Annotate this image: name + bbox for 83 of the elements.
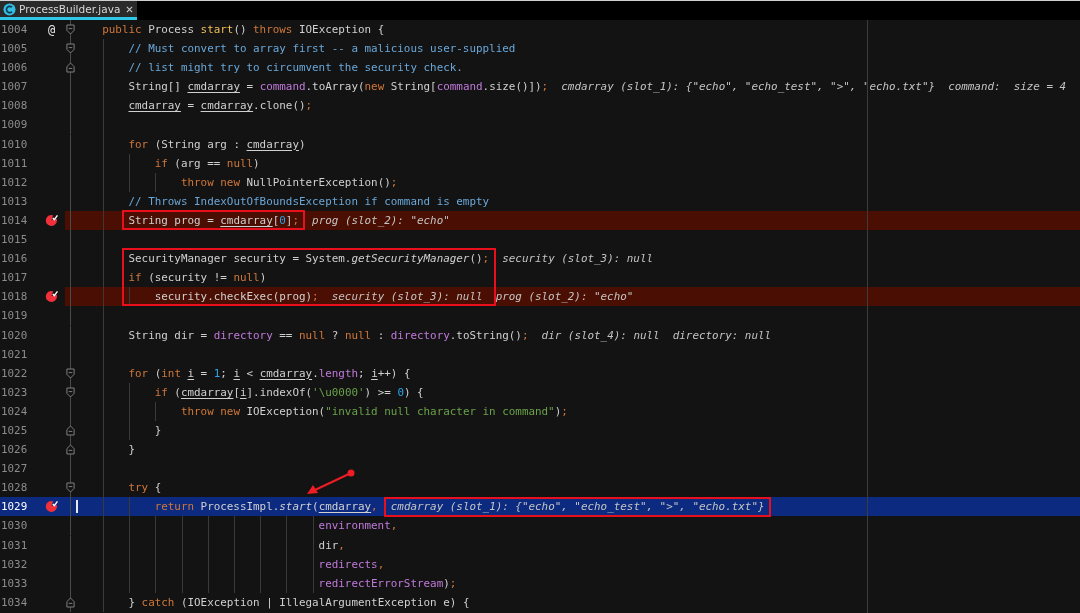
code-line: dir,	[318, 538, 345, 552]
line-number: 1022	[0, 365, 29, 382]
inline-value-hint: cmdarray (slot_1): {"echo", "echo_test", ">", "echo.txt"}	[390, 500, 765, 514]
line-number: 1021	[0, 346, 29, 363]
code-line: throw new NullPointerException();	[180, 175, 398, 189]
line-number: 1014	[0, 212, 29, 229]
breakpoint-icon[interactable]	[45, 214, 58, 227]
line-number: 1012	[0, 174, 29, 191]
inline-value-hint: command: size = 4	[948, 80, 1067, 94]
line-number: 1018	[0, 289, 29, 306]
code-line: for (int i = 1; i < cmdarray.length; i++) {	[128, 366, 411, 380]
line-number: 1015	[0, 232, 29, 249]
code-line: }	[154, 423, 162, 437]
inline-value-hint: prog (slot_2): "echo"	[495, 290, 634, 304]
fold-icon[interactable]	[66, 425, 75, 436]
inline-value-hint: prog (slot_2): "echo"	[312, 213, 450, 227]
fold-icon[interactable]	[66, 596, 75, 608]
code-line: cmdarray = cmdarray.clone();	[128, 99, 313, 113]
inline-value-hint: cmdarray (slot_1): {"echo", "echo_test", ">", "echo.txt"}	[561, 80, 935, 94]
line-number: 1026	[0, 442, 29, 459]
code-line: }	[128, 443, 136, 457]
code-line: // list might try to circumvent the security check.	[128, 61, 463, 75]
override-marker[interactable]: @	[47, 22, 56, 37]
line-number: 1016	[0, 251, 29, 268]
code-line: redirects,	[318, 557, 385, 571]
line-number: 1031	[0, 537, 29, 554]
code-line: throw new IOException("invalid null character in command");	[180, 404, 568, 418]
line-number: 1025	[0, 422, 29, 439]
code-line: redirectErrorStream);	[318, 576, 457, 590]
line-number: 1006	[0, 60, 29, 77]
fold-icon[interactable]	[66, 43, 75, 55]
code-line: String[] cmdarray = command.toArray(new String[command.size()]);	[128, 80, 549, 94]
text-cursor	[76, 500, 78, 514]
code-line: return ProcessImpl.start(cmdarray,	[154, 500, 378, 514]
line-number: 1019	[0, 308, 29, 325]
fold-icon[interactable]	[66, 62, 75, 74]
fold-icon[interactable]	[66, 482, 75, 494]
code-line: if (cmdarray[i].indexOf('\u0000') >= 0) {	[154, 385, 424, 399]
code-line: SecurityManager security = System.getSecurityManager();	[128, 252, 490, 266]
breakpoint-icon[interactable]	[45, 500, 58, 514]
fold-icon[interactable]	[66, 24, 75, 36]
code-line: if (arg == null)	[154, 156, 260, 170]
line-number: 1007	[0, 79, 29, 96]
class-file-icon	[3, 2, 16, 16]
line-number: 1020	[0, 327, 29, 344]
line-number: 1030	[0, 518, 29, 535]
line-number: 1033	[0, 575, 29, 592]
breakpoint-icon[interactable]	[45, 290, 58, 304]
line-number: 1027	[0, 461, 29, 478]
code-line: if (security != null)	[128, 271, 267, 285]
code-line: environment,	[318, 519, 398, 533]
line-number: 1004	[0, 22, 29, 38]
code-line: security.checkExec(prog);	[154, 290, 319, 304]
inline-value-hint: directory: null	[672, 328, 772, 342]
code-line: public Process start() throws IOException {	[102, 23, 385, 36]
line-number: 1024	[0, 403, 29, 420]
inline-value-hint: dir (slot_4): null	[541, 328, 660, 342]
line-number: 1013	[0, 193, 29, 210]
inline-value-hint: security (slot_3): null	[331, 290, 483, 304]
line-number: 1032	[0, 556, 29, 573]
line-number: 1005	[0, 41, 29, 58]
code-line: } catch (IOException | IllegalArgumentException e) {	[128, 595, 470, 609]
line-number: 1010	[0, 136, 29, 153]
fold-icon[interactable]	[66, 386, 75, 398]
line-number: 1008	[0, 98, 29, 115]
file-tab[interactable]: ProcessBuilder.java	[0, 1, 138, 20]
code-line: // Throws IndexOutOfBoundsException if command is empty	[128, 194, 490, 208]
fold-icon[interactable]	[66, 367, 75, 379]
close-icon[interactable]	[126, 5, 134, 13]
code-line: String prog = cmdarray[0];	[128, 213, 299, 227]
code-line: for (String arg : cmdarray)	[128, 137, 306, 151]
line-number: 1028	[0, 480, 29, 497]
line-number: 1011	[0, 155, 29, 172]
line-number: 1009	[0, 117, 29, 134]
inline-value-hint: security (slot_3): null	[502, 252, 654, 266]
fold-icon[interactable]	[66, 444, 75, 456]
line-number: 1017	[0, 270, 29, 287]
line-number: 1023	[0, 384, 29, 401]
code-line: // Must convert to array first -- a malicious user-supplied	[128, 42, 516, 56]
code-line: String dir = directory == null ? null : directory.toString();	[128, 328, 529, 342]
line-number: 1034	[0, 594, 29, 611]
line-number: 1029	[0, 499, 29, 516]
code-line: try {	[128, 481, 162, 495]
